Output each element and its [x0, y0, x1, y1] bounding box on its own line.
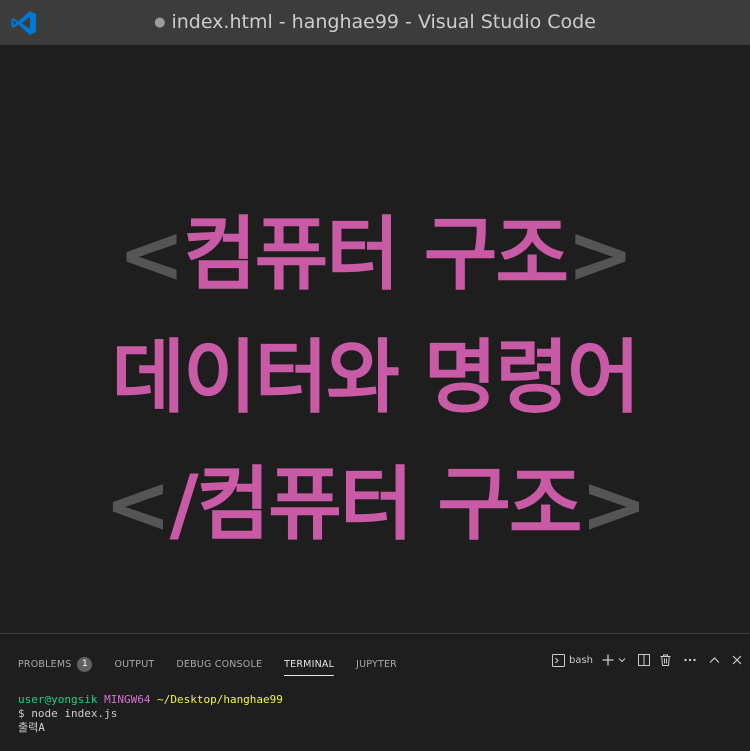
editor-area[interactable]: <컴퓨터 구조> 데이터와 명령어 </컴퓨터 구조>: [0, 45, 750, 633]
more-icon: [684, 658, 696, 662]
close-panel-button[interactable]: [732, 655, 742, 665]
close-icon: [732, 655, 742, 665]
panel-actions: bash: [543, 651, 742, 669]
heading-text: 컴퓨터 구조: [183, 208, 569, 301]
terminal-shell-selector[interactable]: bash: [551, 653, 593, 667]
tab-problems[interactable]: PROBLEMS 1: [18, 656, 93, 672]
panel-tabs: PROBLEMS 1 OUTPUT DEBUG CONSOLE TERMINAL …: [18, 654, 419, 676]
terminal-icon: [551, 653, 565, 667]
new-terminal-button[interactable]: [602, 654, 614, 666]
terminal-prompt-line: user@yongsik MINGW64 ~/Desktop/hanghae99: [18, 693, 283, 707]
window-title-text: index.html - hanghae99 - Visual Studio C…: [171, 11, 596, 33]
chevron-down-icon: [618, 658, 626, 663]
chevron-up-icon: [709, 657, 720, 663]
unsaved-indicator-icon: ●: [154, 15, 166, 30]
kill-terminal-button[interactable]: [660, 654, 671, 666]
editor-line-title: <컴퓨터 구조>: [0, 190, 750, 306]
prompt-user: user@yongsik: [18, 693, 98, 706]
editor-line-subtitle: 데이터와 명령어: [0, 313, 750, 429]
split-terminal-button[interactable]: [638, 654, 650, 666]
bottom-panel: PROBLEMS 1 OUTPUT DEBUG CONSOLE TERMINAL …: [0, 633, 750, 751]
terminal-output[interactable]: user@yongsik MINGW64 ~/Desktop/hanghae99…: [18, 693, 283, 735]
terminal-command-line: $ node index.js: [18, 707, 118, 720]
problems-count-badge: 1: [77, 656, 93, 672]
title-bar: ● index.html - hanghae99 - Visual Studio …: [0, 0, 750, 45]
tab-debug-console[interactable]: DEBUG CONSOLE: [176, 659, 262, 670]
subtitle-text: 데이터와 명령어: [111, 331, 640, 424]
open-bracket: <: [104, 458, 171, 551]
split-icon: [638, 654, 650, 666]
more-actions-button[interactable]: [684, 658, 696, 662]
editor-line-closing: </컴퓨터 구조>: [0, 440, 750, 556]
terminal-output-line: 출력A: [18, 721, 45, 734]
launch-profile-button[interactable]: [618, 656, 626, 664]
tab-jupyter[interactable]: JUPYTER: [356, 659, 397, 670]
trash-icon: [660, 654, 671, 666]
close-bracket: >: [580, 458, 648, 551]
maximize-panel-button[interactable]: [709, 656, 720, 664]
tab-output[interactable]: OUTPUT: [114, 659, 154, 670]
plus-icon: [602, 654, 614, 666]
window-title: ● index.html - hanghae99 - Visual Studio …: [0, 0, 750, 45]
shell-name-label: bash: [568, 654, 593, 666]
close-bracket: >: [566, 208, 634, 301]
prompt-host: MINGW64: [104, 693, 151, 706]
tab-terminal[interactable]: TERMINAL: [284, 659, 334, 676]
closing-text: /컴퓨터 구조: [169, 458, 582, 551]
open-bracket: <: [118, 208, 185, 301]
prompt-path: ~/Desktop/hanghae99: [157, 693, 283, 706]
